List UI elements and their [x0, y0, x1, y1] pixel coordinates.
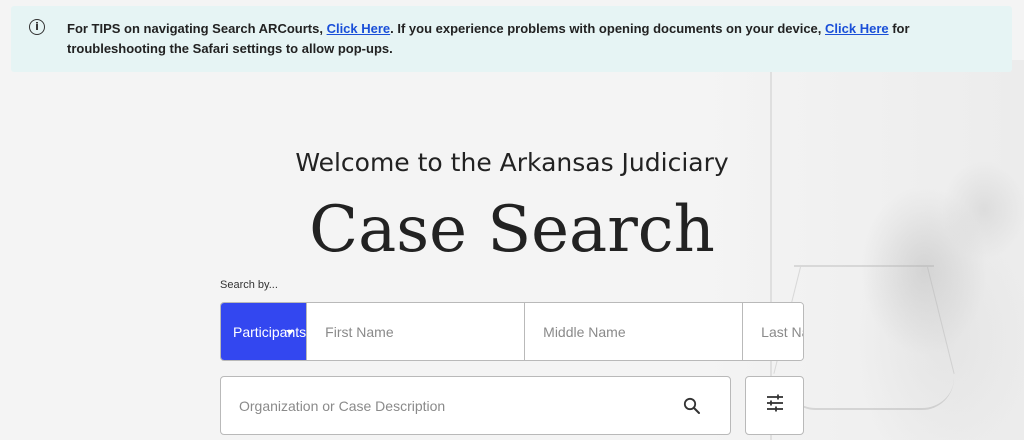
chevron-down-icon [286, 330, 295, 335]
search-by-label: Search by... [220, 279, 278, 291]
welcome-heading: Welcome to the Arkansas Judiciary [295, 148, 729, 177]
participant-search-row: Participants [220, 302, 804, 361]
advanced-filter-button[interactable] [745, 376, 804, 435]
sliders-icon [765, 394, 785, 417]
search-mode-dropdown[interactable]: Participants [221, 303, 307, 360]
search-icon[interactable] [672, 386, 712, 426]
last-name-input[interactable] [742, 303, 803, 360]
organization-search-box [220, 376, 731, 435]
page-title: Case Search [309, 193, 715, 267]
first-name-input[interactable] [306, 303, 525, 360]
banner-text-1: For TIPS on navigating Search ARCourts, [67, 21, 327, 36]
search-mode-label: Participants [233, 323, 307, 340]
tips-link[interactable]: Click Here [327, 21, 391, 36]
safari-help-link[interactable]: Click Here [825, 21, 889, 36]
organization-case-input[interactable] [221, 377, 672, 434]
info-icon: i [29, 19, 45, 35]
info-banner: i For TIPS on navigating Search ARCourts… [11, 6, 1012, 72]
background-scale-pan-decoration [784, 378, 954, 410]
middle-name-input[interactable] [524, 303, 743, 360]
banner-text-2: . If you experience problems with openin… [390, 21, 826, 36]
